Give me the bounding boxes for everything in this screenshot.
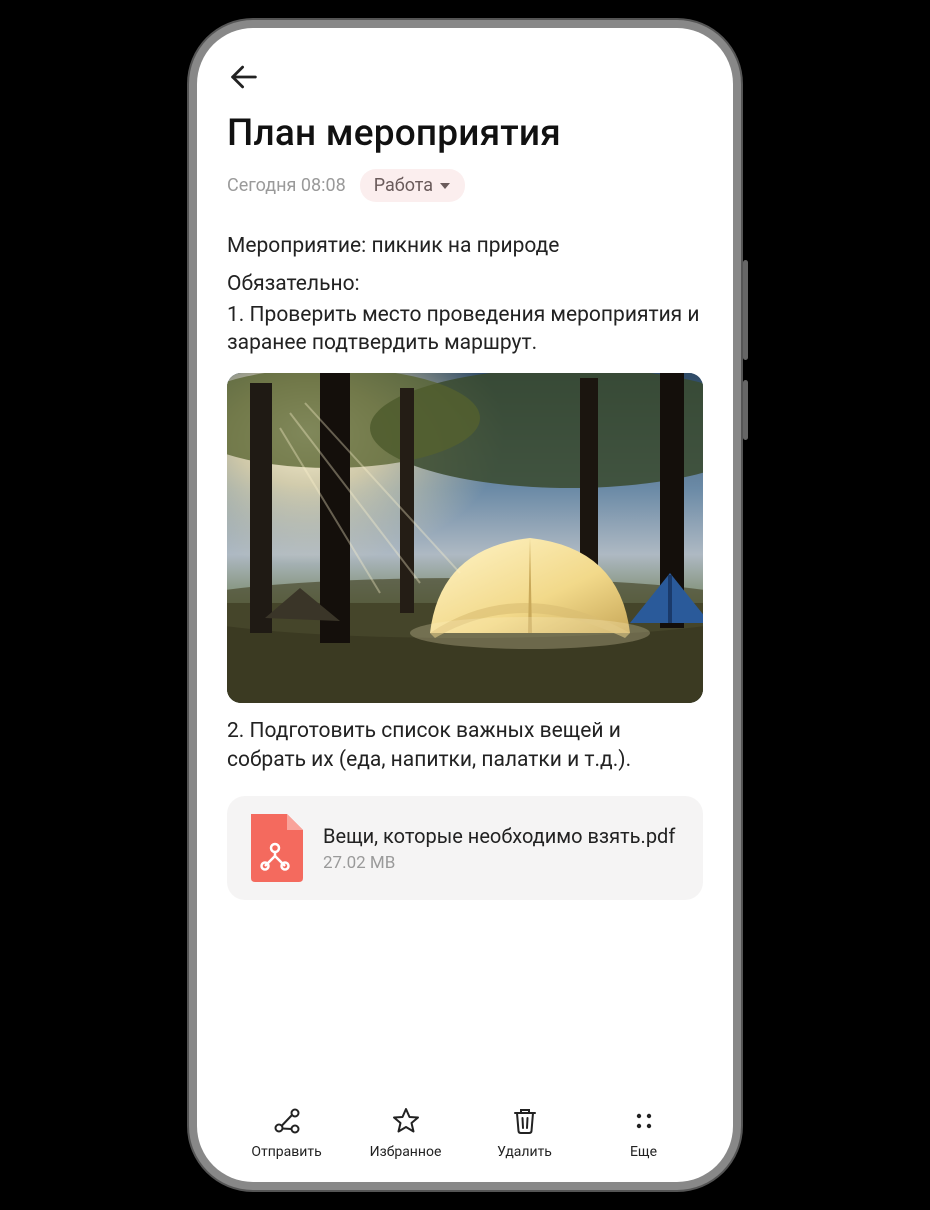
more-label: Еще <box>630 1144 657 1160</box>
star-icon <box>391 1106 421 1140</box>
attachment-info: Вещи, которые необходимо взять.pdf 27.02… <box>323 823 683 873</box>
note-must: Обязательно: <box>227 270 703 298</box>
favorite-label: Избранное <box>370 1144 442 1160</box>
chevron-down-icon <box>439 175 451 196</box>
tag-chip[interactable]: Работа <box>360 169 465 202</box>
page-title: План мероприятия <box>227 112 703 155</box>
note-item-2: 2. Подготовить список важных вещей и соб… <box>227 717 703 774</box>
note-content: Мероприятие: пикник на природе Обязатель… <box>227 232 703 1096</box>
attachment-size: 27.02 MB <box>323 853 683 873</box>
phone-frame: План мероприятия Сегодня 08:08 Работа Ме… <box>189 20 741 1190</box>
pdf-icon <box>247 814 303 882</box>
screen: План мероприятия Сегодня 08:08 Работа Ме… <box>197 28 733 1182</box>
more-icon <box>629 1106 659 1140</box>
bottom-toolbar: Отправить Избранное <box>227 1096 703 1160</box>
trash-icon <box>510 1106 540 1140</box>
send-button[interactable]: Отправить <box>242 1106 332 1160</box>
delete-button[interactable]: Удалить <box>480 1106 570 1160</box>
favorite-button[interactable]: Избранное <box>361 1106 451 1160</box>
attachment-filename: Вещи, которые необходимо взять.pdf <box>323 823 683 849</box>
note-item-1: 1. Проверить место проведения мероприяти… <box>227 301 703 358</box>
share-icon <box>272 1106 302 1140</box>
attachment-card[interactable]: Вещи, которые необходимо взять.pdf 27.02… <box>227 796 703 900</box>
note-event: Мероприятие: пикник на природе <box>227 232 703 260</box>
timestamp: Сегодня 08:08 <box>227 175 346 196</box>
back-icon[interactable] <box>227 79 261 98</box>
note-image[interactable] <box>227 373 703 703</box>
send-label: Отправить <box>251 1144 321 1160</box>
tag-label: Работа <box>374 175 433 196</box>
delete-label: Удалить <box>497 1144 552 1160</box>
meta-row: Сегодня 08:08 Работа <box>227 169 703 202</box>
more-button[interactable]: Еще <box>599 1106 689 1160</box>
